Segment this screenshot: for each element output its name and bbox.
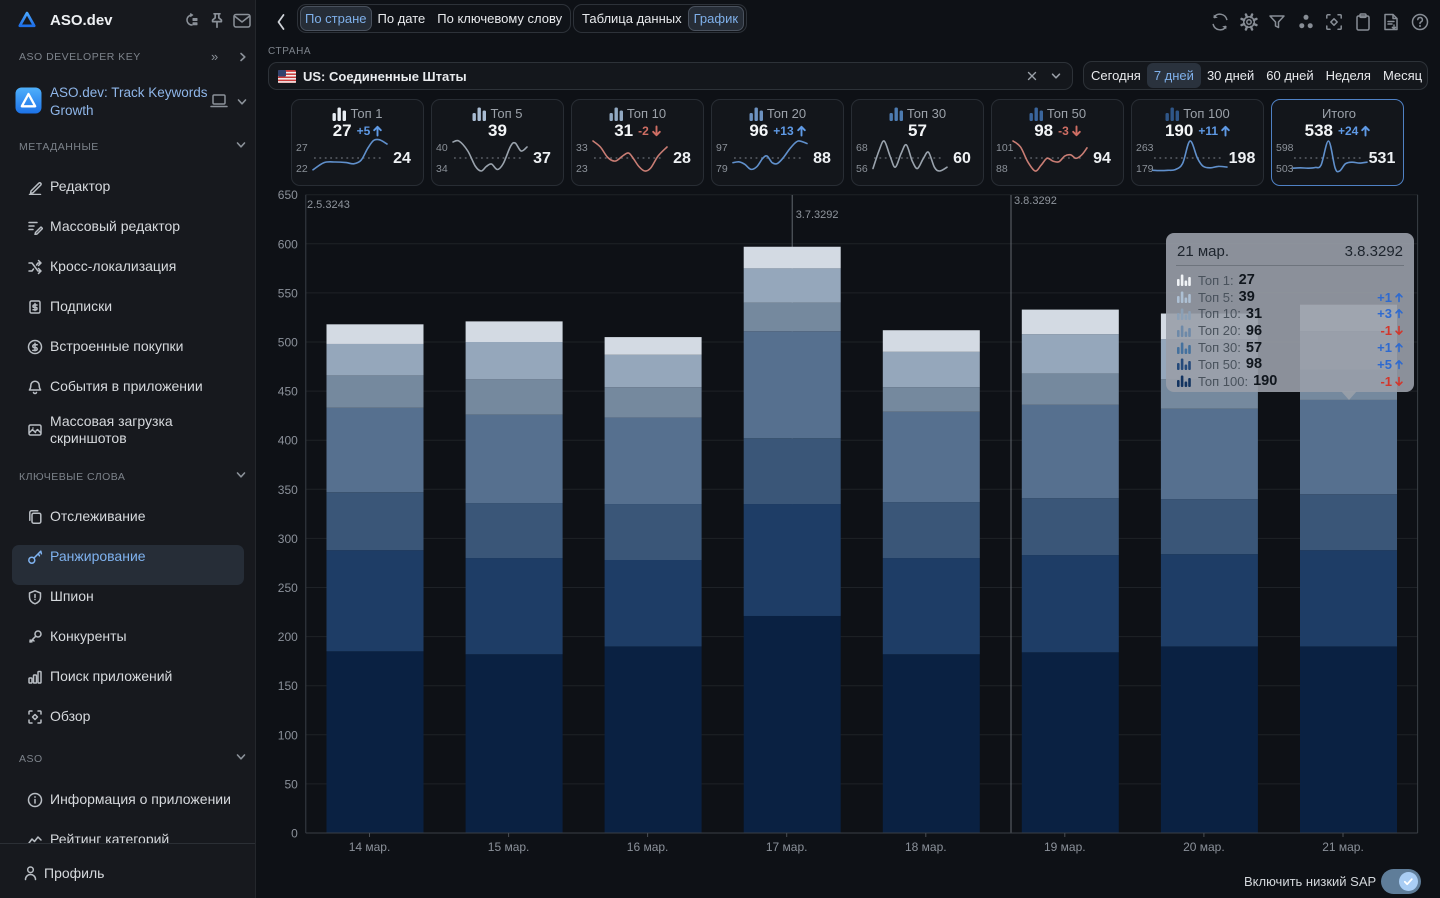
svg-text:500: 500 xyxy=(278,336,298,350)
svg-text:250: 250 xyxy=(278,581,298,595)
svg-text:101: 101 xyxy=(996,142,1014,154)
svg-text:17 мар.: 17 мар. xyxy=(766,840,808,854)
svg-text:450: 450 xyxy=(278,385,298,399)
svg-text:400: 400 xyxy=(278,434,298,448)
svg-text:34: 34 xyxy=(436,163,448,175)
svg-text:350: 350 xyxy=(278,483,298,497)
svg-text:598: 598 xyxy=(1276,142,1294,154)
svg-text:22: 22 xyxy=(296,163,308,175)
svg-text:19 мар.: 19 мар. xyxy=(1044,840,1086,854)
svg-text:263: 263 xyxy=(1136,142,1154,154)
svg-text:650: 650 xyxy=(278,190,298,202)
svg-text:550: 550 xyxy=(278,286,298,300)
svg-text:14 мар.: 14 мар. xyxy=(349,840,391,854)
svg-text:21 мар.: 21 мар. xyxy=(1322,840,1364,854)
svg-text:27: 27 xyxy=(296,142,308,154)
svg-text:28: 28 xyxy=(673,150,691,167)
svg-text:200: 200 xyxy=(278,630,298,644)
svg-text:94: 94 xyxy=(1093,150,1111,167)
svg-text:3.7.3292: 3.7.3292 xyxy=(796,209,839,221)
svg-text:2.5.3243: 2.5.3243 xyxy=(307,199,350,211)
svg-text:179: 179 xyxy=(1136,163,1154,175)
svg-text:37: 37 xyxy=(533,150,551,167)
svg-text:16 мар.: 16 мар. xyxy=(627,840,669,854)
svg-text:300: 300 xyxy=(278,532,298,546)
svg-text:18 мар.: 18 мар. xyxy=(905,840,947,854)
svg-text:97: 97 xyxy=(716,142,728,154)
svg-text:56: 56 xyxy=(856,163,868,175)
svg-text:88: 88 xyxy=(813,150,831,167)
svg-text:3.8.3292: 3.8.3292 xyxy=(1014,195,1057,207)
svg-text:198: 198 xyxy=(1229,150,1256,167)
svg-text:68: 68 xyxy=(856,142,868,154)
svg-text:23: 23 xyxy=(576,163,588,175)
svg-text:40: 40 xyxy=(436,142,448,154)
svg-text:60: 60 xyxy=(953,150,971,167)
svg-text:600: 600 xyxy=(278,237,298,251)
svg-text:88: 88 xyxy=(996,163,1008,175)
svg-text:20 мар.: 20 мар. xyxy=(1183,840,1225,854)
svg-text:24: 24 xyxy=(393,150,411,167)
svg-text:100: 100 xyxy=(278,728,298,742)
svg-text:79: 79 xyxy=(716,163,728,175)
svg-text:33: 33 xyxy=(576,142,588,154)
svg-text:15 мар.: 15 мар. xyxy=(488,840,530,854)
svg-text:503: 503 xyxy=(1276,163,1294,175)
svg-text:50: 50 xyxy=(284,777,298,791)
svg-text:0: 0 xyxy=(291,827,298,841)
svg-text:531: 531 xyxy=(1369,150,1396,167)
svg-text:150: 150 xyxy=(278,679,298,693)
